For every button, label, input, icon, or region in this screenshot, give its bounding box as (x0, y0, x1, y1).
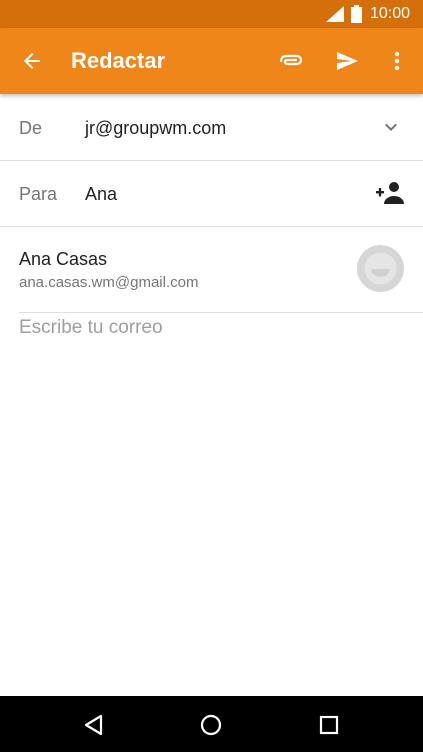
triangle-back-icon[interactable] (81, 712, 107, 738)
chevron-down-icon[interactable] (379, 115, 403, 139)
suggestion-name: Ana Casas (19, 249, 108, 269)
from-label: De (19, 118, 43, 138)
to-label: Para (19, 184, 58, 204)
square-recent-icon[interactable] (316, 712, 342, 738)
page-title: Redactar (71, 48, 166, 73)
status-bar: 10:00 (0, 0, 423, 28)
contact-avatar-icon (364, 252, 397, 285)
app-bar: Redactar (0, 28, 423, 94)
battery-icon (351, 5, 362, 23)
to-input[interactable]: Ana (85, 184, 117, 205)
cell-signal-icon (326, 6, 344, 22)
send-icon[interactable] (334, 49, 360, 73)
from-row[interactable]: De jr@groupwm.com (0, 94, 423, 161)
divider (19, 312, 423, 313)
to-row[interactable]: Para Ana (0, 161, 423, 227)
nav-bar (0, 696, 423, 752)
compose-body[interactable]: Escribe tu correo (19, 316, 404, 357)
from-account[interactable]: jr@groupwm.com (85, 118, 226, 139)
status-time: 10:00 (370, 5, 411, 22)
more-vert-icon[interactable] (385, 49, 409, 73)
arrow-left-icon[interactable] (20, 49, 44, 73)
circle-home-icon[interactable] (198, 712, 224, 738)
suggestion-email: ana.casas.wm@gmail.com (19, 274, 199, 291)
avatar (357, 245, 404, 292)
contact-suggestion[interactable]: Ana Casas ana.casas.wm@gmail.com (0, 227, 423, 312)
add-person-icon[interactable] (375, 180, 405, 206)
paperclip-icon[interactable] (278, 49, 304, 73)
